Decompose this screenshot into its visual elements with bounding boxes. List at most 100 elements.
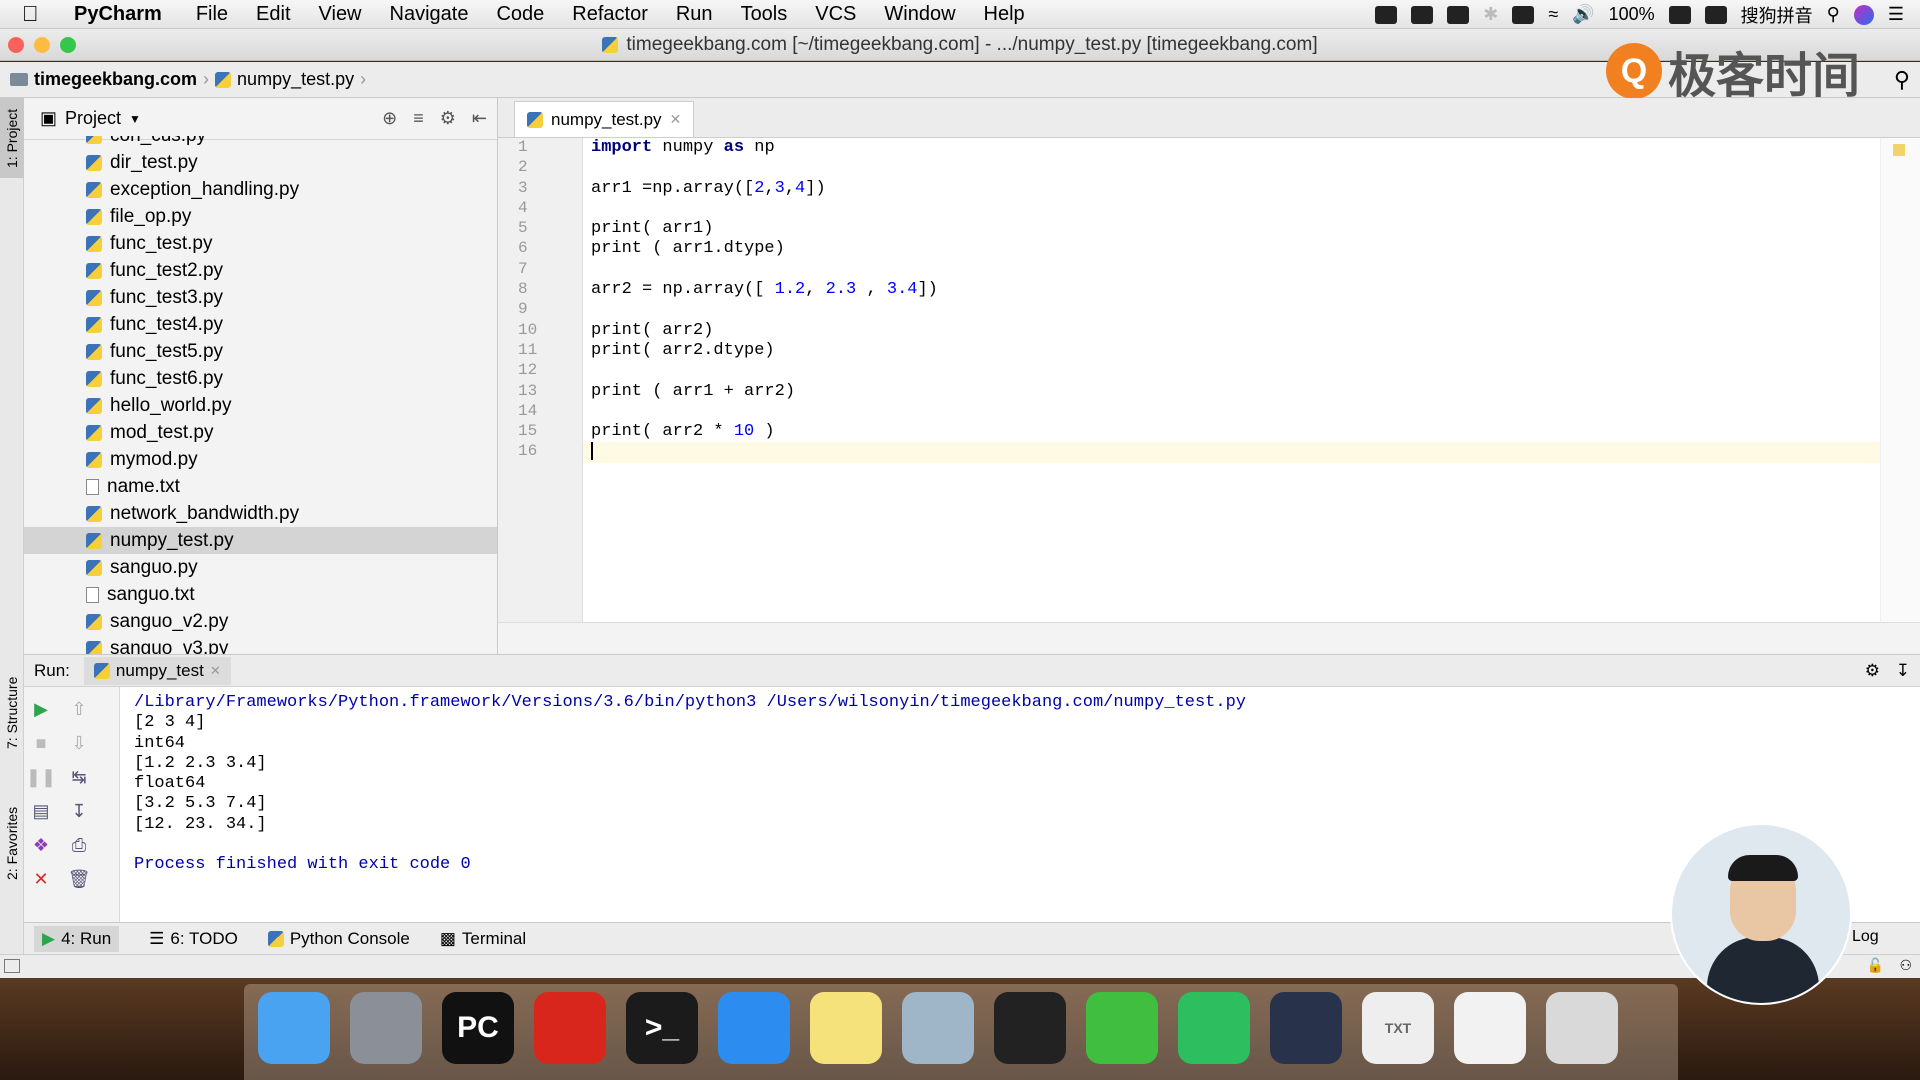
- layout-icon[interactable]: ▤: [30, 801, 52, 821]
- print-icon[interactable]: ⎙: [68, 835, 90, 855]
- code-line[interactable]: print( arr1): [583, 219, 1880, 239]
- project-file-item[interactable]: dir_test.py: [24, 149, 497, 176]
- project-file-item[interactable]: mymod.py: [24, 446, 497, 473]
- notification-center-icon[interactable]: ☰: [1888, 4, 1904, 25]
- menu-vcs[interactable]: VCS: [815, 3, 856, 26]
- project-file-item[interactable]: mod_test.py: [24, 419, 497, 446]
- evernote-icon[interactable]: [1178, 992, 1250, 1064]
- code-line[interactable]: [583, 300, 1880, 320]
- code-line[interactable]: print( arr2 * 10 ): [583, 422, 1880, 442]
- wps-icon[interactable]: [534, 992, 606, 1064]
- gear-icon[interactable]: ⚙: [440, 108, 456, 129]
- menu-run[interactable]: Run: [676, 3, 713, 26]
- pycharm-icon[interactable]: PC: [442, 992, 514, 1064]
- project-file-item[interactable]: func_test4.py: [24, 311, 497, 338]
- code-line[interactable]: [583, 361, 1880, 381]
- code-line[interactable]: [583, 158, 1880, 178]
- hide-panel-icon[interactable]: ↧: [1896, 661, 1910, 681]
- project-file-item[interactable]: func_test2.py: [24, 257, 497, 284]
- apple-icon[interactable]: : [22, 1, 62, 27]
- locate-icon[interactable]: ⊕: [382, 108, 397, 129]
- battery-icon[interactable]: [1668, 5, 1691, 24]
- breadcrumb-file[interactable]: numpy_test.py: [237, 69, 354, 90]
- breadcrumb-project[interactable]: timegeekbang.com: [34, 69, 197, 90]
- menu-navigate[interactable]: Navigate: [390, 3, 469, 26]
- txt-file-icon[interactable]: TXT: [1362, 992, 1434, 1064]
- project-file-item[interactable]: exception_handling.py: [24, 176, 497, 203]
- project-file-item[interactable]: sanguo.py: [24, 554, 497, 581]
- tab-favorites-tool[interactable]: 2: Favorites: [0, 788, 24, 898]
- tab-python-console[interactable]: Python Console: [267, 929, 410, 949]
- app-menu[interactable]: PyCharm: [74, 3, 162, 26]
- code-line[interactable]: print( arr2): [583, 321, 1880, 341]
- sogou-icon[interactable]: [1704, 5, 1727, 24]
- menu-help[interactable]: Help: [984, 3, 1025, 26]
- project-file-item[interactable]: sanguo.txt: [24, 581, 497, 608]
- menu-window[interactable]: Window: [884, 3, 955, 26]
- minimize-window-button[interactable]: [34, 37, 50, 53]
- code-line[interactable]: arr1 =np.array([2,3,4]): [583, 179, 1880, 199]
- inspector-icon[interactable]: ⚇: [1899, 957, 1912, 974]
- up-arrow-icon[interactable]: ⇧: [68, 699, 90, 719]
- bluetooth-icon[interactable]: ✱: [1483, 4, 1498, 25]
- lock-icon[interactable]: 🔓: [1867, 957, 1884, 974]
- project-view-selector[interactable]: Project: [65, 108, 121, 129]
- wechat-icon[interactable]: [1086, 992, 1158, 1064]
- pin-icon[interactable]: ❖: [30, 835, 52, 855]
- project-file-item[interactable]: sanguo_v3.py: [24, 635, 497, 654]
- project-file-item[interactable]: numpy_test.py: [24, 527, 497, 554]
- close-tab-icon[interactable]: ✕: [210, 663, 221, 679]
- editor-scrollbar[interactable]: [1880, 138, 1920, 622]
- code-line[interactable]: print( arr2.dtype): [583, 341, 1880, 361]
- code-line[interactable]: [583, 260, 1880, 280]
- scroll-to-end-icon[interactable]: ↧: [68, 801, 90, 821]
- project-file-item[interactable]: func_test.py: [24, 230, 497, 257]
- close-window-button[interactable]: [8, 37, 24, 53]
- trash-icon[interactable]: 🗑: [68, 869, 91, 889]
- network-icon[interactable]: [902, 992, 974, 1064]
- app-status-icon[interactable]: [1447, 5, 1470, 24]
- event-log-label[interactable]: Log: [1852, 928, 1879, 946]
- mic-icon[interactable]: [1375, 5, 1398, 24]
- code-line[interactable]: [583, 442, 1880, 463]
- ime-label[interactable]: 搜狗拼音: [1741, 2, 1813, 28]
- project-file-item[interactable]: network_bandwidth.py: [24, 500, 497, 527]
- tab-project-tool[interactable]: 1: Project: [0, 98, 24, 178]
- editor-tab-numpy-test[interactable]: numpy_test.py ✕: [514, 101, 695, 137]
- project-file-item[interactable]: name.txt: [24, 473, 497, 500]
- menu-tools[interactable]: Tools: [741, 3, 788, 26]
- tab-todo[interactable]: ☰ 6: TODO: [149, 929, 238, 949]
- trash-icon[interactable]: [1546, 992, 1618, 1064]
- hide-panel-icon[interactable]: ⇤: [472, 108, 487, 129]
- project-file-item[interactable]: func_test5.py: [24, 338, 497, 365]
- console-output[interactable]: /Library/Frameworks/Python.framework/Ver…: [134, 687, 1920, 922]
- tab-run[interactable]: ▶ 4: Run: [34, 925, 120, 952]
- code-line[interactable]: [583, 402, 1880, 422]
- code-line[interactable]: print ( arr1.dtype): [583, 239, 1880, 259]
- code-line[interactable]: [583, 199, 1880, 219]
- siri-icon[interactable]: [1853, 4, 1874, 25]
- project-file-item[interactable]: con_cus.py: [24, 136, 497, 149]
- ime-en-icon[interactable]: [1411, 5, 1434, 24]
- project-file-item[interactable]: func_test3.py: [24, 284, 497, 311]
- code-line[interactable]: arr2 = np.array([ 1.2, 2.3 , 3.4]): [583, 280, 1880, 300]
- notes-icon[interactable]: [810, 992, 882, 1064]
- battery-percent[interactable]: 100%: [1609, 4, 1655, 25]
- menu-edit[interactable]: Edit: [256, 3, 290, 26]
- screenshot-icon[interactable]: [1454, 992, 1526, 1064]
- code-line[interactable]: import numpy as np: [583, 138, 1880, 158]
- close-icon[interactable]: ✕: [30, 869, 52, 889]
- volume-icon[interactable]: 🔊: [1572, 4, 1594, 25]
- rerun-icon[interactable]: ▶: [30, 699, 52, 719]
- collapse-all-icon[interactable]: ≡: [413, 108, 424, 129]
- project-file-item[interactable]: file_op.py: [24, 203, 497, 230]
- menu-refactor[interactable]: Refactor: [572, 3, 648, 26]
- project-file-item[interactable]: func_test6.py: [24, 365, 497, 392]
- launchpad-icon[interactable]: [350, 992, 422, 1064]
- menu-view[interactable]: View: [319, 3, 362, 26]
- pause-icon[interactable]: ❚❚: [26, 767, 56, 787]
- zoom-window-button[interactable]: [60, 37, 76, 53]
- project-file-item[interactable]: hello_world.py: [24, 392, 497, 419]
- finder-icon[interactable]: [258, 992, 330, 1064]
- tool-window-toggle-icon[interactable]: [4, 959, 20, 973]
